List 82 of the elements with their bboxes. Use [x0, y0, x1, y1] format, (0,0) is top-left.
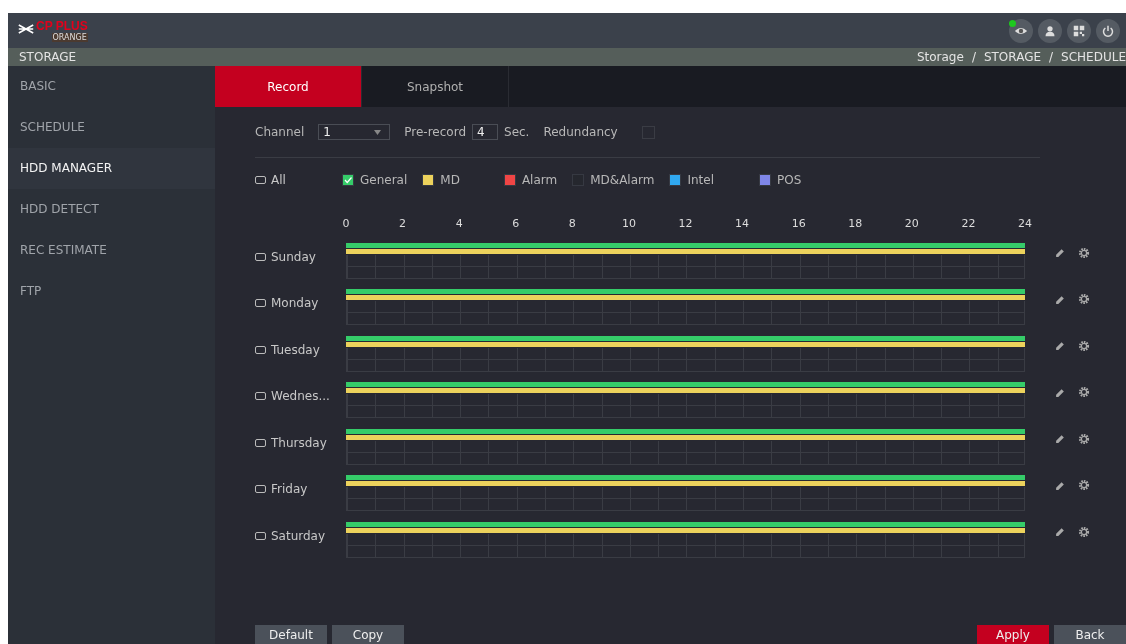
- hour-label: 22: [961, 217, 976, 230]
- hour-label: 10: [621, 217, 636, 230]
- legend-label: Alarm: [521, 173, 558, 187]
- hour-label: 24: [1018, 217, 1032, 230]
- hour-label: 20: [904, 217, 919, 230]
- day-checkbox[interactable]: Saturday: [255, 525, 346, 546]
- power-icon: [1102, 24, 1114, 37]
- pencil-icon[interactable]: [1055, 433, 1066, 444]
- logo-subtext: ORANGE: [51, 32, 88, 42]
- tab[interactable]: Snapshot: [362, 66, 509, 107]
- hour-label: 16: [791, 217, 806, 230]
- legend-swatch[interactable]: [503, 174, 516, 186]
- sidebar-item[interactable]: BASIC: [8, 66, 215, 107]
- pre-record-field[interactable]: 4: [472, 124, 498, 140]
- tab[interactable]: Record: [215, 66, 362, 107]
- legend-swatch[interactable]: [342, 174, 354, 186]
- qr-code-icon: [1073, 24, 1085, 37]
- day-checkbox[interactable]: Sunday: [255, 246, 346, 267]
- channel-label: Channel: [255, 125, 305, 139]
- pre-record-label: Pre-record: [404, 125, 466, 139]
- breadcrumb-item: /: [1049, 50, 1054, 64]
- sidebar-item[interactable]: REC ESTIMATE: [8, 230, 215, 271]
- settings-icon[interactable]: [1078, 339, 1090, 352]
- hour-label: 0: [342, 217, 350, 230]
- action-button[interactable]: Default: [255, 625, 327, 644]
- breadcrumb-item: STORAGE: [983, 50, 1042, 64]
- breadcrumb-item: Storage: [916, 50, 964, 64]
- user-icon: [1044, 24, 1056, 37]
- settings-icon[interactable]: [1078, 246, 1090, 259]
- unit-label: Sec.: [504, 125, 530, 139]
- pencil-icon[interactable]: [1055, 247, 1066, 258]
- pencil-icon[interactable]: [1055, 479, 1066, 491]
- page-title: STORAGE: [19, 50, 77, 64]
- breadcrumb-item: SCHEDULE: [1061, 50, 1126, 64]
- hour-label: 8: [568, 217, 576, 230]
- settings-icon[interactable]: [1078, 293, 1090, 305]
- day-checkbox[interactable]: Wednes...: [255, 386, 346, 406]
- redundancy-label: Redundancy: [543, 125, 618, 139]
- day-checkbox[interactable]: Tuesday: [255, 339, 346, 360]
- sidebar-item[interactable]: FTP: [8, 271, 215, 312]
- pencil-icon[interactable]: [1055, 526, 1066, 537]
- settings-icon[interactable]: [1078, 525, 1090, 538]
- logo-icon: [18, 23, 34, 34]
- breadcrumb-item: /: [971, 50, 976, 64]
- legend-label: POS: [777, 173, 802, 187]
- qr-code-button[interactable]: [1067, 18, 1091, 43]
- settings-icon[interactable]: [1078, 386, 1090, 398]
- hour-label: 6: [512, 217, 520, 230]
- apply-button[interactable]: Apply: [977, 625, 1049, 644]
- day-checkbox[interactable]: Thursday: [255, 432, 346, 453]
- back-button[interactable]: Back: [1054, 625, 1126, 644]
- action-button[interactable]: Copy: [332, 625, 404, 644]
- logo-text: CP PLUS: [36, 19, 88, 33]
- pencil-icon[interactable]: [1055, 340, 1066, 351]
- hour-label: 14: [735, 217, 750, 230]
- channel-dropdown[interactable]: 1: [318, 124, 391, 140]
- legend-swatch[interactable]: [759, 174, 772, 186]
- settings-icon[interactable]: [1078, 432, 1090, 445]
- legend-swatch[interactable]: [669, 174, 682, 186]
- pencil-icon[interactable]: [1055, 386, 1066, 398]
- sidebar-item[interactable]: SCHEDULE: [8, 107, 215, 148]
- legend-swatch[interactable]: [422, 174, 435, 186]
- caret-icon: [374, 129, 382, 135]
- legend-label: Intel: [687, 173, 715, 187]
- hour-label: 2: [399, 217, 407, 230]
- hour-label: 12: [678, 217, 693, 230]
- power-button[interactable]: [1096, 18, 1120, 43]
- hour-label: 18: [848, 217, 863, 230]
- hour-label: 4: [455, 217, 463, 230]
- day-checkbox[interactable]: Monday: [255, 293, 346, 313]
- day-checkbox[interactable]: Friday: [255, 479, 346, 499]
- status-dot: [1009, 19, 1016, 27]
- settings-icon[interactable]: [1078, 479, 1090, 491]
- sidebar-item[interactable]: HDD DETECT: [8, 189, 215, 230]
- all-checkbox[interactable]: All: [255, 173, 342, 187]
- legend-label: General: [360, 173, 408, 187]
- pencil-icon[interactable]: [1055, 293, 1066, 305]
- preview-button[interactable]: [1009, 18, 1033, 43]
- sidebar-item[interactable]: HDD MANAGER: [8, 148, 215, 189]
- user-button[interactable]: [1038, 18, 1062, 43]
- legend-label: MD: [440, 173, 460, 187]
- legend-label: MD&Alarm: [590, 173, 655, 187]
